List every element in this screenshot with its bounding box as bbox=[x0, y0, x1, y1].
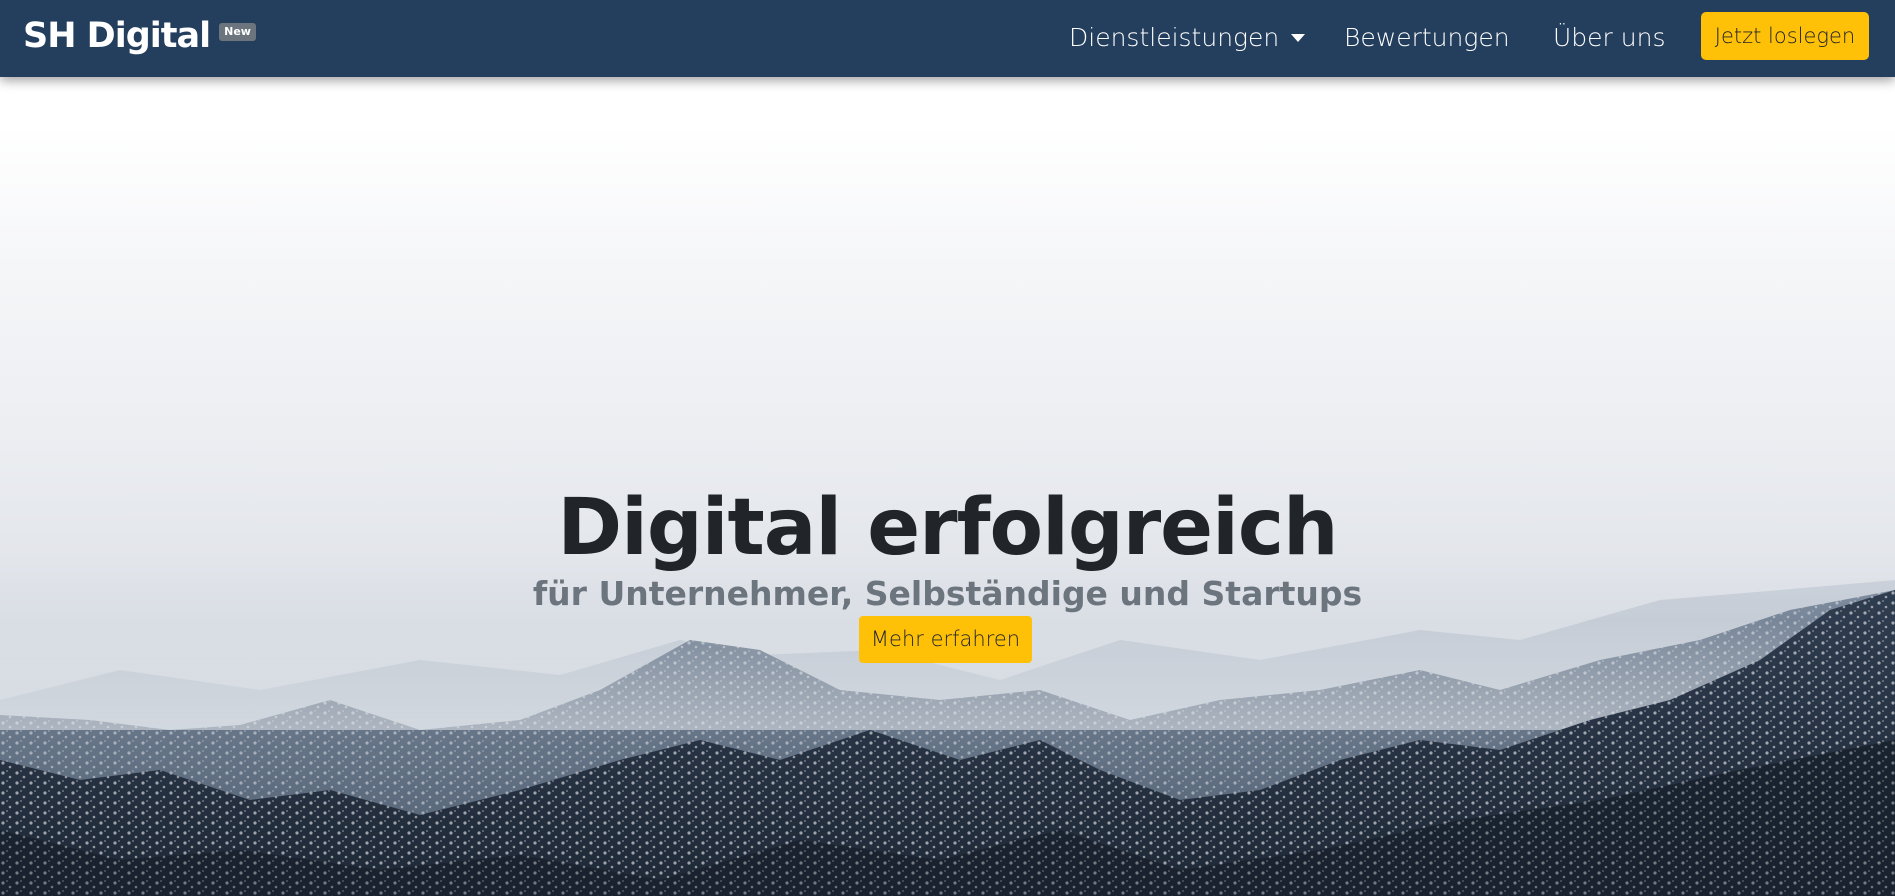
nav-item-about[interactable]: Über uns bbox=[1553, 21, 1666, 55]
brand-name: SH Digital bbox=[23, 16, 211, 56]
chevron-down-icon bbox=[1291, 34, 1306, 42]
top-navbar: SH Digital New Dienstleistungen Bewertun… bbox=[0, 0, 1895, 77]
nav-item-services[interactable]: Dienstleistungen bbox=[1069, 21, 1306, 55]
new-badge: New bbox=[219, 23, 256, 41]
hero-subtitle: für Unternehmer, Selbständige und Startu… bbox=[532, 574, 1363, 614]
hero-title: Digital erfolgreich bbox=[557, 483, 1338, 574]
page: Digital erfolgreich für Unternehmer, Sel… bbox=[0, 0, 1895, 896]
hero-section: Digital erfolgreich für Unternehmer, Sel… bbox=[0, 0, 1895, 896]
learn-more-button[interactable]: Mehr erfahren bbox=[859, 616, 1032, 663]
brand-logo[interactable]: SH Digital New bbox=[23, 14, 256, 58]
nav-item-reviews[interactable]: Bewertungen bbox=[1344, 21, 1510, 55]
hero-background-image bbox=[0, 580, 1895, 896]
nav-item-label: Dienstleistungen bbox=[1069, 23, 1280, 52]
get-started-button[interactable]: Jetzt loslegen bbox=[1701, 12, 1869, 60]
